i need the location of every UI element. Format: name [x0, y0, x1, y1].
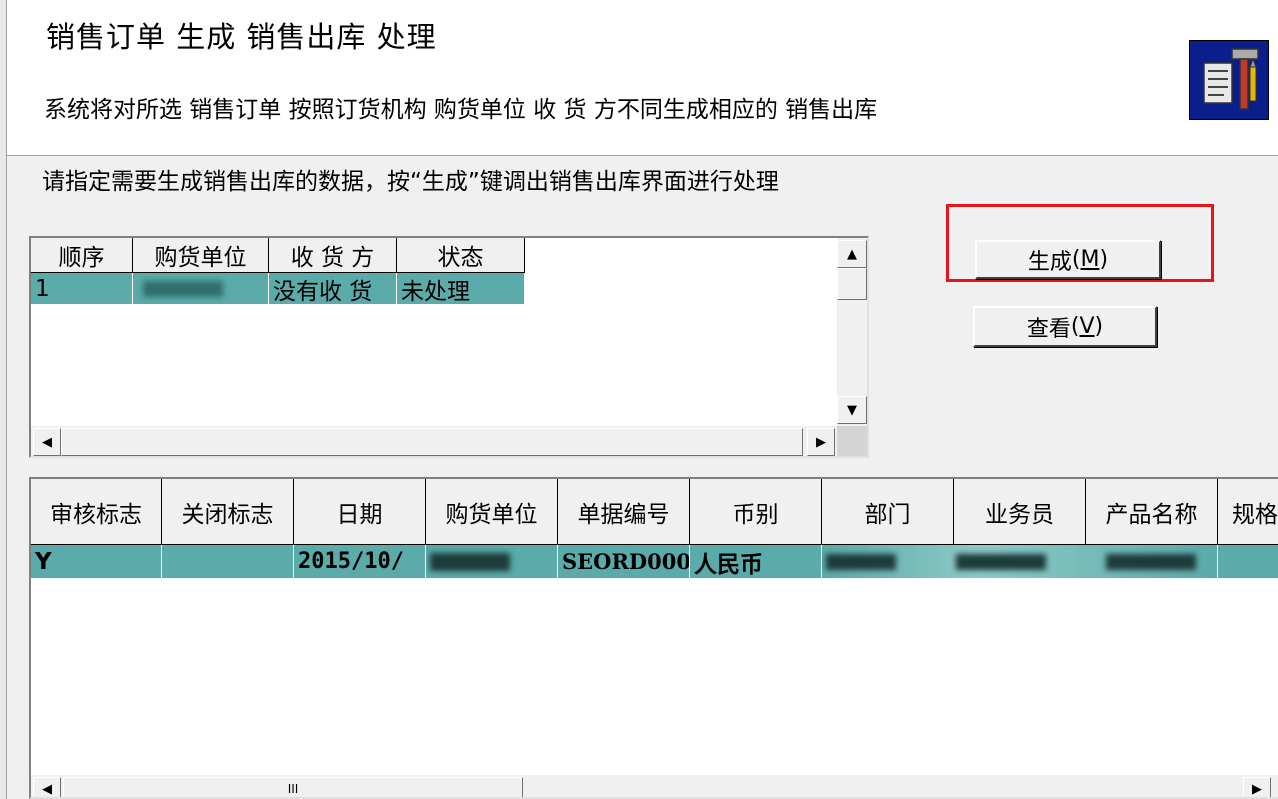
order-header-currency[interactable]: 币别: [690, 479, 822, 545]
order-header-product[interactable]: 产品名称: [1086, 479, 1218, 545]
page-title: 销售订单 生成 销售出库 处理: [46, 20, 437, 54]
order-header-spec[interactable]: 规格: [1218, 479, 1278, 545]
grid-cell-seq[interactable]: 1: [31, 273, 133, 304]
order-header-buyer[interactable]: 购货单位: [426, 479, 558, 545]
generate-button-key: M: [1080, 247, 1100, 272]
order-grid[interactable]: 审核标志 关闭标志 日期 购货单位 单据编号 币别 部门 业务员 产品名称 规格…: [29, 477, 1278, 799]
order-header-audit[interactable]: 审核标志: [31, 479, 162, 545]
order-header-date[interactable]: 日期: [294, 479, 426, 545]
redacted-text: [1106, 553, 1196, 570]
grid-header-status[interactable]: 状态: [397, 238, 525, 273]
page-description: 系统将对所选 销售订单 按照订货机构 购货单位 收 货 方不同生成相应的 销售出…: [44, 97, 878, 123]
grid-header-receiver[interactable]: 收 货 方: [269, 238, 397, 273]
order-hscroll-thumb[interactable]: III: [63, 777, 523, 797]
view-button[interactable]: 查看(V): [973, 306, 1157, 347]
order-header-closed[interactable]: 关闭标志: [162, 479, 294, 545]
order-cell-spec[interactable]: [1218, 545, 1278, 578]
generate-button[interactable]: 生成(M): [975, 240, 1161, 279]
triangle-right-icon: ▶: [1252, 781, 1262, 797]
triangle-left-icon: ◀: [42, 781, 52, 797]
order-cell-date[interactable]: 2015/10/: [294, 545, 426, 578]
grid-cell-buyer[interactable]: [133, 273, 269, 304]
grid-header-buyer[interactable]: 购货单位: [133, 238, 269, 273]
order-cell-closed[interactable]: [162, 545, 294, 578]
order-cell-buyer[interactable]: [426, 545, 558, 578]
triangle-up-icon: ▲: [847, 246, 857, 262]
order-cell-docno[interactable]: SEORD000: [558, 545, 690, 578]
scroll-up-button[interactable]: ▲: [837, 240, 867, 268]
scroll-down-button[interactable]: ▼: [837, 396, 867, 424]
view-button-label: 查看: [1026, 316, 1071, 342]
grid-cell-receiver[interactable]: 没有收 货: [269, 273, 397, 304]
triangle-right-icon: ▶: [816, 434, 826, 450]
order-scroll-right-button[interactable]: ▶: [1243, 777, 1271, 797]
order-header-docno[interactable]: 单据编号: [558, 479, 690, 545]
group-grid[interactable]: 顺序 购货单位 收 货 方 状态 1 没有收 货 未处理 ▲ ▼ ◀ ▶: [29, 236, 869, 458]
grid-header-seq[interactable]: 顺序: [31, 238, 133, 273]
redacted-text: [956, 553, 1046, 570]
window-left-edge: [0, 0, 7, 799]
vscroll-thumb[interactable]: [837, 268, 867, 300]
hscroll-thumb[interactable]: [61, 428, 803, 456]
order-cell-currency[interactable]: 人民币: [690, 545, 822, 578]
order-header-dept[interactable]: 部门: [822, 479, 954, 545]
instruction-text: 请指定需要生成销售出库的数据，按“生成”键调出销售出库界面进行处理: [42, 169, 779, 195]
scroll-left-button[interactable]: ◀: [33, 428, 61, 456]
order-cell-redacted[interactable]: [822, 545, 1218, 578]
scroll-corner: [837, 426, 867, 456]
wizard-tools-icon: [1189, 40, 1269, 120]
order-header-salesman[interactable]: 业务员: [954, 479, 1086, 545]
grid-cell-status[interactable]: 未处理: [397, 273, 525, 304]
generate-button-label: 生成: [1027, 249, 1072, 275]
order-cell-audit[interactable]: Y: [31, 545, 162, 578]
triangle-left-icon: ◀: [42, 434, 52, 450]
redacted-text: [143, 280, 223, 297]
redacted-text: [826, 553, 896, 570]
order-scroll-left-button[interactable]: ◀: [33, 777, 61, 797]
triangle-down-icon: ▼: [847, 402, 857, 418]
redacted-text: [430, 552, 510, 571]
view-button-key: V: [1079, 314, 1095, 339]
scroll-right-button[interactable]: ▶: [807, 428, 835, 456]
grip-icon: III: [287, 782, 299, 796]
